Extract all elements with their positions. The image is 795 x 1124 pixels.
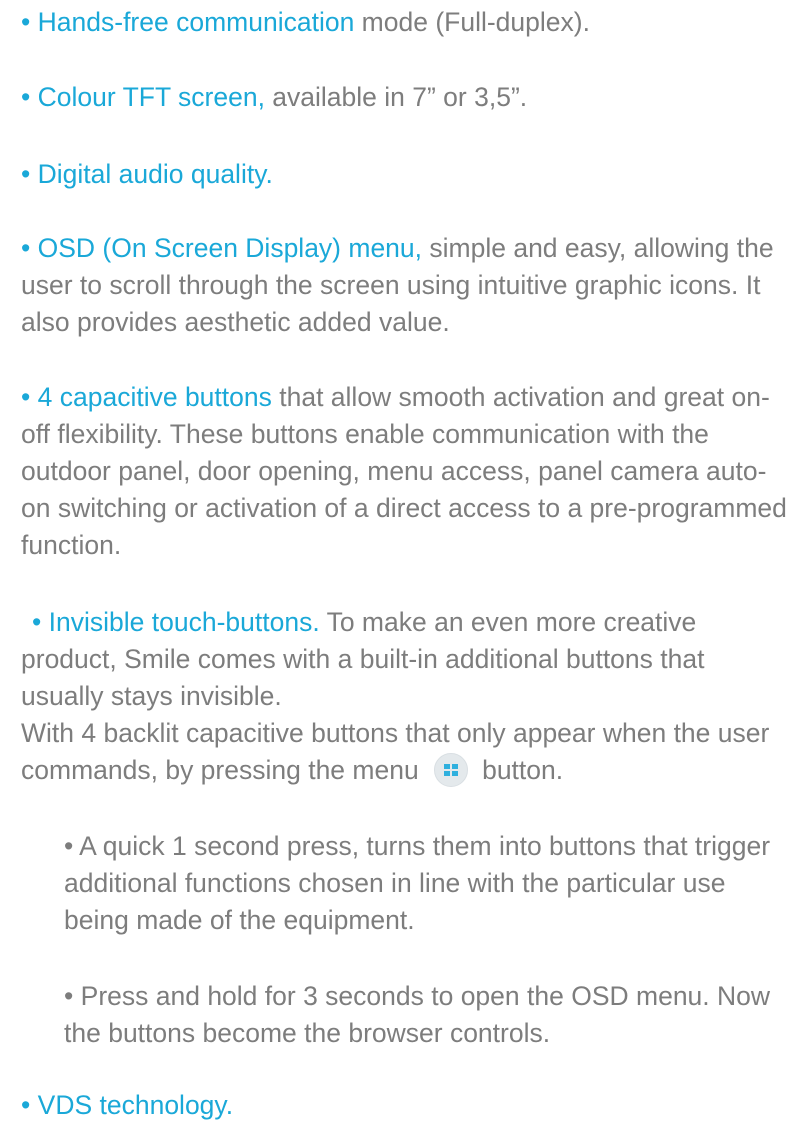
menu-grid-icon [434, 753, 469, 787]
bullet: • [21, 159, 38, 189]
feature-highlight: 4 capacitive buttons [37, 382, 272, 412]
feature-hands-free: • Hands-free communication mode (Full-du… [21, 4, 791, 41]
feature-highlight: Hands-free communication [37, 7, 355, 37]
bullet: • [21, 233, 38, 263]
feature-highlight: Colour TFT screen, [37, 82, 265, 112]
feature-highlight: VDS technology. [37, 1090, 234, 1120]
feature-highlight: Digital audio quality. [37, 159, 273, 189]
feature-capacitive-buttons: • 4 capacitive buttons that allow smooth… [21, 379, 791, 564]
feature-digital-audio: • Digital audio quality. [21, 156, 791, 193]
feature-highlight: OSD (On Screen Display) menu, [37, 233, 423, 263]
feature-highlight: Invisible touch-buttons. [48, 607, 320, 637]
bullet: • [21, 1090, 38, 1120]
bullet: • [32, 607, 49, 637]
feature-text: available in 7” or 3,5”. [264, 82, 528, 112]
feature-vds-technology: • VDS technology. [21, 1087, 791, 1124]
bullet: • [21, 82, 38, 112]
feature-colour-screen: • Colour TFT screen, available in 7” or … [21, 79, 791, 116]
feature-osd-menu: • OSD (On Screen Display) menu, simple a… [21, 230, 791, 341]
feature-text-continued: With 4 backlit capacitive buttons that o… [21, 718, 770, 785]
feature-text: mode (Full-duplex). [354, 7, 590, 37]
feature-text-end: button. [482, 755, 564, 785]
bullet: • [21, 382, 38, 412]
sub-item-quick-press: • A quick 1 second press, turns them int… [64, 831, 771, 935]
feature-invisible-touch-buttons: • Invisible touch-buttons. To make an ev… [21, 604, 791, 789]
sub-item-press-hold: • Press and hold for 3 seconds to open t… [64, 981, 771, 1048]
bullet: • [21, 7, 38, 37]
